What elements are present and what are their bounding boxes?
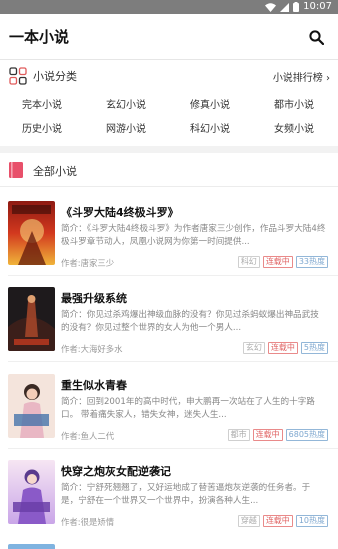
- book-icon: [9, 162, 23, 178]
- novel-intro: 简介：《斗罗大陆4终极斗罗》为作者唐家三少创作，作品斗罗大陆4终极斗罗章节动人，…: [61, 224, 326, 247]
- section-separator: [0, 146, 338, 153]
- novel-tags: 科幻 连载中 33热度: [237, 256, 328, 268]
- search-icon: [308, 29, 324, 45]
- category-section-title: 小说分类: [33, 70, 77, 83]
- ranking-link[interactable]: 小说排行榜 ›: [273, 69, 330, 84]
- category-item[interactable]: 完本小说: [0, 99, 84, 113]
- status-tag: 连载中: [252, 429, 283, 441]
- category-tag: 穿越: [237, 515, 260, 527]
- battery-icon: [293, 2, 300, 12]
- novel-item[interactable]: 《斗罗大陆4终极斗罗》 简介：《斗罗大陆4终极斗罗》为作者唐家三少创作，作品斗罗…: [0, 201, 338, 289]
- category-tag: 科幻: [237, 256, 260, 268]
- item-divider: [8, 448, 338, 449]
- category-item[interactable]: 修真小说: [168, 99, 252, 113]
- category-item[interactable]: 女频小说: [252, 123, 336, 137]
- signal-icon: [280, 2, 290, 12]
- category-item[interactable]: 科幻小说: [168, 123, 252, 137]
- category-item[interactable]: 历史小说: [0, 123, 84, 137]
- novel-author: 作者:大海好多水: [61, 344, 123, 354]
- novel-intro: 简介：你见过杀鸡爆出神级血脉的没有？你见过杀蚂蚁爆出神品武技的没有？你见过整个世…: [61, 310, 319, 333]
- category-item[interactable]: 都市小说: [252, 99, 336, 113]
- system-icons: 10:07: [265, 1, 332, 13]
- novel-tags: 玄幻 连载中 5热度: [242, 342, 328, 354]
- novel-title: 《斗罗大陆4终极斗罗》: [61, 206, 179, 219]
- novel-tags: 都市 连载中 6805热度: [227, 429, 328, 441]
- heat-tag: 5热度: [300, 342, 328, 354]
- heat-tag: 10热度: [295, 515, 328, 527]
- book-cover: [8, 460, 55, 524]
- novel-item[interactable]: 快穿之炮灰女配逆袭记 简介：宁舒死翘翘了，又好运地成了替苦逼炮灰逆袭的任务者。于…: [0, 460, 338, 548]
- status-tag: 连载中: [267, 342, 298, 354]
- novel-title: 最强升级系统: [61, 292, 127, 305]
- all-novels-header: 全部小说: [0, 153, 338, 187]
- category-header: 小说分类 小说排行榜 ›: [0, 60, 338, 92]
- novel-intro: 简介：宁舒死翘翘了，又好运地成了替苦逼炮灰逆袭的任务者。于是，宁舒在一个世界又一…: [61, 483, 311, 506]
- status-tag: 连载中: [262, 256, 293, 268]
- status-time: 10:07: [303, 1, 332, 12]
- heat-tag: 33热度: [295, 256, 328, 268]
- category-grid-icon: [9, 67, 27, 85]
- ranking-link-label: 小说排行榜: [272, 73, 323, 84]
- novel-author: 作者:鱼人二代: [61, 431, 115, 441]
- book-cover: [8, 374, 55, 438]
- app-title: 一本小说: [9, 28, 70, 46]
- novel-author: 作者:很是矫情: [61, 517, 115, 527]
- chevron-right-icon: ›: [326, 73, 330, 84]
- category-tag: 都市: [227, 429, 250, 441]
- app-bar: 一本小说: [0, 14, 338, 60]
- book-cover: [8, 287, 55, 351]
- category-item[interactable]: 网游小说: [84, 123, 168, 137]
- book-cover: [8, 201, 55, 265]
- search-button[interactable]: [302, 23, 330, 51]
- item-divider: [8, 361, 338, 362]
- wifi-icon: [265, 2, 277, 12]
- novel-item[interactable]: 最强升级系统 简介：你见过杀鸡爆出神级血脉的没有？你见过杀蚂蚁爆出神品武技的没有…: [0, 287, 338, 375]
- novel-title: 快穿之炮灰女配逆袭记: [61, 465, 171, 478]
- novel-intro: 简介：回到2001年的高中时代，申大鹏再一次站在了人生的十字路口。 带着痛失家人…: [61, 397, 315, 420]
- novel-author: 作者:唐家三少: [61, 258, 115, 268]
- status-bar: 10:07: [0, 0, 338, 14]
- heat-tag: 6805热度: [285, 429, 328, 441]
- category-grid: 完本小说 玄幻小说 修真小说 都市小说 历史小说 网游小说 科幻小说 女频小说: [0, 92, 338, 144]
- next-book-cover-partial: [8, 544, 55, 549]
- novel-title: 重生似水青春: [61, 379, 127, 392]
- category-item[interactable]: 玄幻小说: [84, 99, 168, 113]
- novel-tags: 穿越 连载中 10热度: [237, 515, 328, 527]
- category-tag: 玄幻: [242, 342, 265, 354]
- status-tag: 连载中: [262, 515, 293, 527]
- novel-item[interactable]: 重生似水青春 简介：回到2001年的高中时代，申大鹏再一次站在了人生的十字路口。…: [0, 374, 338, 462]
- item-divider: [8, 275, 338, 276]
- all-novels-title: 全部小说: [33, 165, 77, 178]
